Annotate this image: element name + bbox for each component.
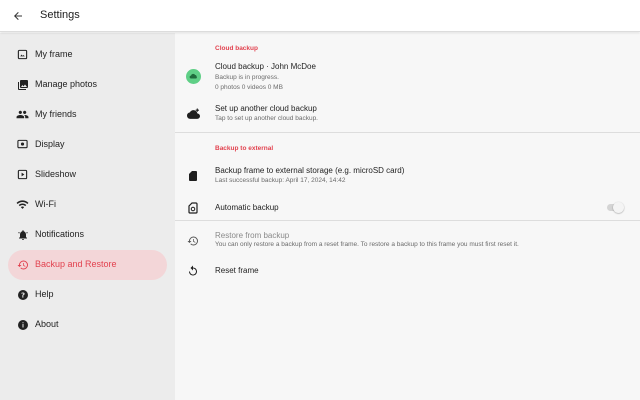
sidebar-item-label: My friends [35, 109, 77, 119]
sidebar-item-label: Display [35, 139, 65, 149]
sidebar-item-label: Notifications [35, 229, 85, 239]
sd-card-icon [186, 169, 200, 183]
cloud-backup-status: Backup is in progress. [215, 74, 279, 81]
automatic-backup-title: Automatic backup [215, 203, 279, 212]
sidebar-item-wifi[interactable]: Wi-Fi [8, 190, 167, 220]
section-divider [175, 132, 640, 133]
sidebar-item-backup-and-restore[interactable]: Backup and Restore [8, 250, 167, 280]
restore-from-backup-title: Restore from backup [215, 231, 290, 240]
restore-from-backup-subtitle: You can only restore a backup from a res… [215, 241, 519, 248]
sidebar-item-my-friends[interactable]: My friends [8, 100, 167, 130]
external-backup-subtitle: Last successful backup: April 17, 2024, … [215, 177, 346, 184]
main-content: Cloud backup Cloud backup · John McDoe B… [175, 33, 640, 400]
add-cloud-backup-title: Set up another cloud backup [215, 104, 317, 113]
sidebar-item-help[interactable]: ? Help [8, 280, 167, 310]
external-backup-title: Backup frame to external storage (e.g. m… [215, 166, 405, 175]
restore-icon [186, 234, 200, 248]
restore-icon [16, 258, 29, 271]
page-title: Settings [40, 9, 80, 21]
sidebar-item-manage-photos[interactable]: Manage photos [8, 70, 167, 100]
add-cloud-backup-row[interactable]: Set up another cloud backup Tap to set u… [175, 101, 640, 127]
bell-icon [16, 228, 29, 241]
top-app-bar: Settings [0, 0, 640, 32]
sidebar-item-about[interactable]: About [8, 310, 167, 340]
automatic-backup-toggle[interactable] [607, 202, 624, 213]
toggle-knob [613, 202, 624, 213]
display-icon [16, 138, 29, 151]
external-backup-row[interactable]: Backup frame to external storage (e.g. m… [175, 163, 640, 189]
restore-from-backup-row[interactable]: Restore from backup You can only restore… [175, 229, 640, 253]
cloud-add-icon [186, 107, 200, 121]
cloud-sync-icon [186, 69, 201, 84]
sidebar: My frame Manage photos My friends Displa… [0, 33, 175, 400]
frame-icon [16, 48, 29, 61]
info-icon [16, 318, 29, 331]
automatic-backup-row[interactable]: Automatic backup [175, 197, 640, 219]
section-heading-cloud-backup: Cloud backup [215, 45, 258, 52]
svg-text:?: ? [20, 291, 24, 299]
sidebar-item-slideshow[interactable]: Slideshow [8, 160, 167, 190]
reset-frame-row[interactable]: Reset frame [175, 261, 640, 281]
sidebar-item-label: My frame [35, 49, 73, 59]
arrow-left-icon [14, 12, 22, 20]
cloud-backup-title: Cloud backup · John McDoe [215, 62, 316, 71]
sidebar-item-label: Backup and Restore [35, 259, 117, 269]
section-heading-backup-to-external: Backup to external [215, 145, 274, 152]
sd-card-auto-icon [186, 201, 200, 215]
sidebar-item-label: Wi-Fi [35, 199, 56, 209]
reset-frame-title: Reset frame [215, 266, 259, 275]
cloud-backup-counts: 0 photos 0 videos 0 MB [215, 84, 283, 91]
add-cloud-backup-subtitle: Tap to set up another cloud backup. [215, 115, 318, 122]
sidebar-item-display[interactable]: Display [8, 130, 167, 160]
sidebar-item-label: About [35, 319, 59, 329]
slideshow-icon [16, 168, 29, 181]
cloud-backup-account-row[interactable]: Cloud backup · John McDoe Backup is in p… [175, 59, 640, 95]
sidebar-item-label: Manage photos [35, 79, 98, 89]
sidebar-item-label: Slideshow [35, 169, 77, 179]
sidebar-item-label: Help [35, 289, 54, 299]
back-button[interactable] [10, 8, 26, 24]
photo-library-icon [16, 78, 29, 91]
section-divider [175, 220, 640, 221]
wifi-icon [16, 198, 29, 211]
reset-icon [186, 264, 200, 278]
people-icon [16, 108, 29, 121]
help-icon: ? [16, 288, 29, 301]
sidebar-item-notifications[interactable]: Notifications [8, 220, 167, 250]
sidebar-item-my-frame[interactable]: My frame [8, 40, 167, 70]
